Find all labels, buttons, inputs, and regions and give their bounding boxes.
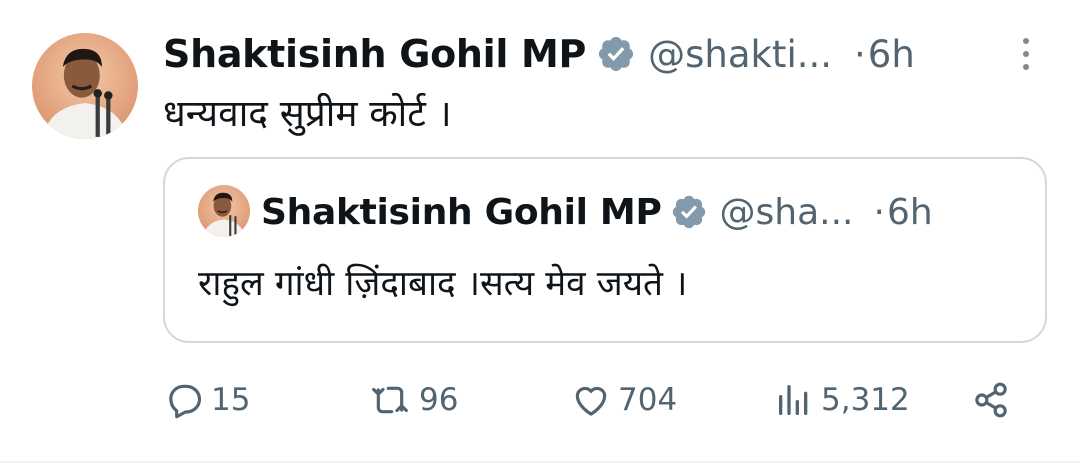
views-count: 5,312 [821,382,910,418]
tweet-timestamp[interactable]: 6h [868,33,915,76]
quoted-author-handle[interactable]: @sha... [720,192,854,233]
quoted-author-avatar[interactable] [198,185,250,237]
reply-button[interactable]: 15 [165,370,250,430]
views-button[interactable]: 5,312 [773,370,910,430]
share-button[interactable] [971,370,1011,430]
like-icon [570,380,612,420]
tweet-header: Shaktisinh Gohil MP @shakti... · 6h [163,26,1063,82]
like-count: 704 [618,382,678,418]
views-icon [773,380,815,420]
quoted-tweet-text: राहुल गांधी ज़िंदाबाद ।सत्य मेव जयते । [198,264,688,304]
share-icon [971,380,1011,420]
quoted-author-name[interactable]: Shaktisinh Gohil MP [261,192,662,233]
tweet-text: धन्यवाद सुप्रीम कोर्ट । [163,92,452,135]
tweet-action-bar: 15 96 704 5,312 [165,370,1025,430]
author-name[interactable]: Shaktisinh Gohil MP [163,32,586,76]
quoted-tweet-timestamp[interactable]: 6h [887,192,933,233]
quoted-tweet-header: Shaktisinh Gohil MP @sha... · 6h [261,185,933,239]
quoted-tweet-card[interactable]: Shaktisinh Gohil MP @sha... · 6h राहुल ग… [163,157,1047,343]
like-button[interactable]: 704 [570,370,677,430]
avatar-image [198,185,250,237]
separator-dot: · [873,191,885,233]
reply-count: 15 [211,382,251,418]
author-handle[interactable]: @shakti... [648,33,832,76]
retweet-icon [367,380,413,420]
verified-badge-icon[interactable] [596,34,636,74]
retweet-count: 96 [419,382,459,418]
avatar-image [32,33,138,139]
reply-icon [165,380,205,420]
author-avatar[interactable] [32,33,138,139]
more-options-icon[interactable] [1018,34,1034,74]
verified-badge-icon[interactable] [670,193,708,231]
separator-dot: · [854,32,866,76]
retweet-button[interactable]: 96 [367,370,458,430]
